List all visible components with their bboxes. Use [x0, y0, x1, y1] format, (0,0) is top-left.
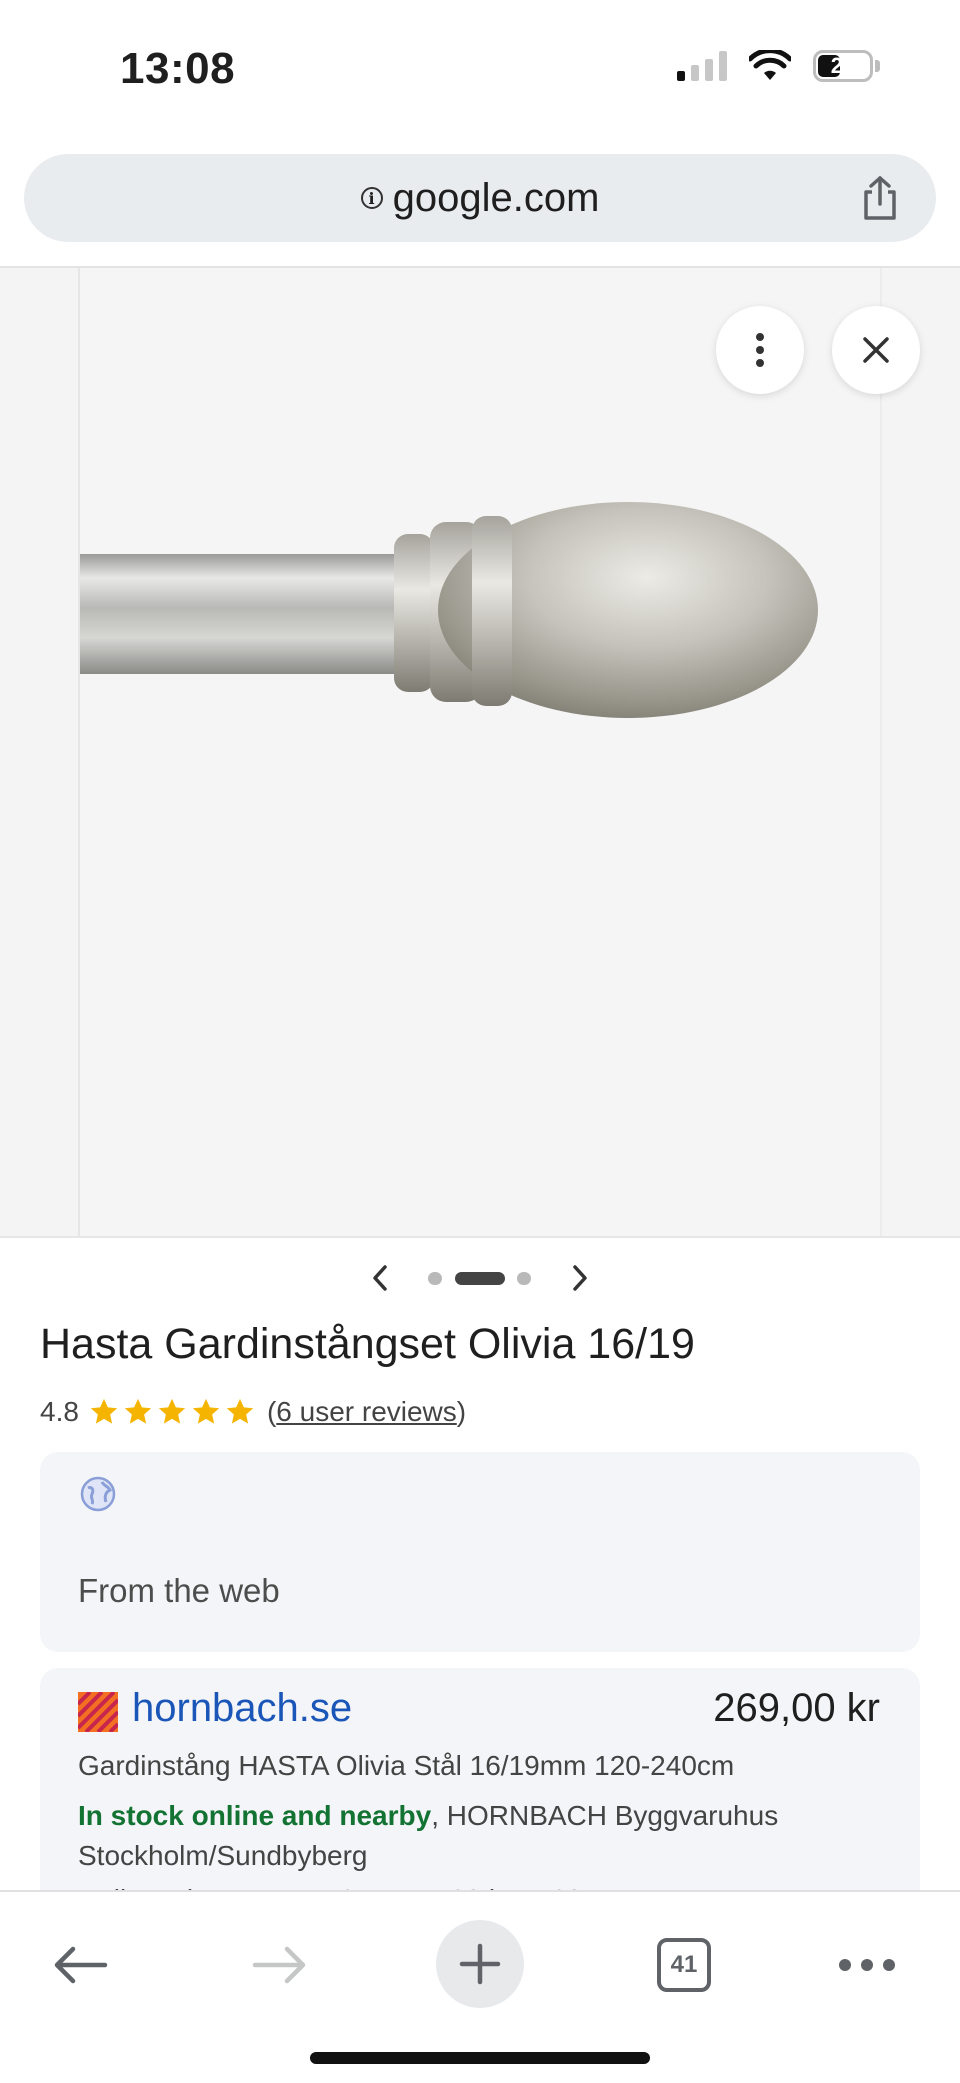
new-tab-button[interactable]	[436, 1920, 524, 2008]
menu-button[interactable]	[822, 1920, 912, 2010]
battery-level: 24	[830, 53, 856, 78]
image-divider	[0, 1236, 960, 1238]
more-vert-icon	[756, 333, 764, 367]
product-image	[78, 268, 882, 1236]
carousel-dot-active[interactable]	[455, 1272, 505, 1285]
stock-status: In stock online and nearby	[78, 1800, 432, 1831]
carousel-dot[interactable]	[428, 1272, 442, 1285]
plus-icon	[459, 1943, 501, 1985]
close-button[interactable]	[832, 306, 920, 394]
star-icon	[192, 1398, 220, 1424]
close-icon	[863, 337, 889, 363]
offer-description: Gardinstång HASTA Olivia Stål 16/19mm 12…	[78, 1750, 735, 1781]
more-options-button[interactable]	[716, 306, 804, 394]
info-icon[interactable]: i	[360, 187, 383, 209]
product-title: Hasta Gardinstångset Olivia 16/19	[40, 1320, 695, 1368]
status-icons: 24	[677, 50, 880, 82]
tab-count: 41	[657, 1938, 711, 1992]
chevron-right-icon	[573, 1265, 587, 1291]
star-icon	[90, 1398, 118, 1424]
image-carousel-nav	[0, 1258, 960, 1298]
home-indicator[interactable]	[310, 2052, 650, 2064]
star-icon	[124, 1398, 152, 1424]
rating-value: 4.8	[40, 1396, 79, 1427]
hornbach-logo-icon	[78, 1692, 118, 1732]
product-image-viewer[interactable]	[0, 268, 960, 1236]
url-text[interactable]: google.com	[393, 176, 600, 221]
reviews-link[interactable]: (6 user reviews)	[267, 1396, 466, 1428]
battery-icon: 24	[813, 50, 873, 82]
from-the-web-label: From the web	[78, 1572, 280, 1609]
forward-button[interactable]	[240, 1920, 320, 2010]
next-image-button[interactable]	[560, 1258, 600, 1298]
rating-row: 4.8 (6 user reviews)	[40, 1392, 466, 1432]
more-horiz-icon	[839, 1959, 895, 1971]
forward-arrow-icon	[252, 1946, 306, 1984]
store-link[interactable]: hornbach.se	[132, 1686, 352, 1731]
star-icon	[226, 1398, 254, 1424]
status-time: 13:08	[120, 44, 236, 93]
tabs-button[interactable]: 41	[644, 1920, 724, 2010]
previous-image-button[interactable]	[360, 1258, 400, 1298]
cellular-signal-icon	[677, 51, 727, 81]
curtain-rod-image	[80, 502, 818, 718]
back-arrow-icon	[54, 1946, 108, 1984]
share-icon[interactable]	[856, 174, 904, 222]
offer-price: 269,00 kr	[713, 1686, 880, 1730]
from-the-web-card[interactable]: From the web	[40, 1452, 920, 1652]
wifi-icon	[749, 50, 791, 80]
stock-info: In stock online and nearby, HORNBACH Byg…	[78, 1796, 898, 1876]
address-bar[interactable]: i google.com	[24, 154, 936, 242]
chevron-left-icon	[373, 1265, 387, 1291]
globe-icon	[80, 1476, 116, 1512]
star-icon	[158, 1398, 186, 1424]
carousel-dot[interactable]	[517, 1272, 531, 1285]
back-button[interactable]	[40, 1920, 120, 2010]
star-rating	[89, 1397, 255, 1427]
status-bar: 13:08 24	[0, 0, 960, 140]
